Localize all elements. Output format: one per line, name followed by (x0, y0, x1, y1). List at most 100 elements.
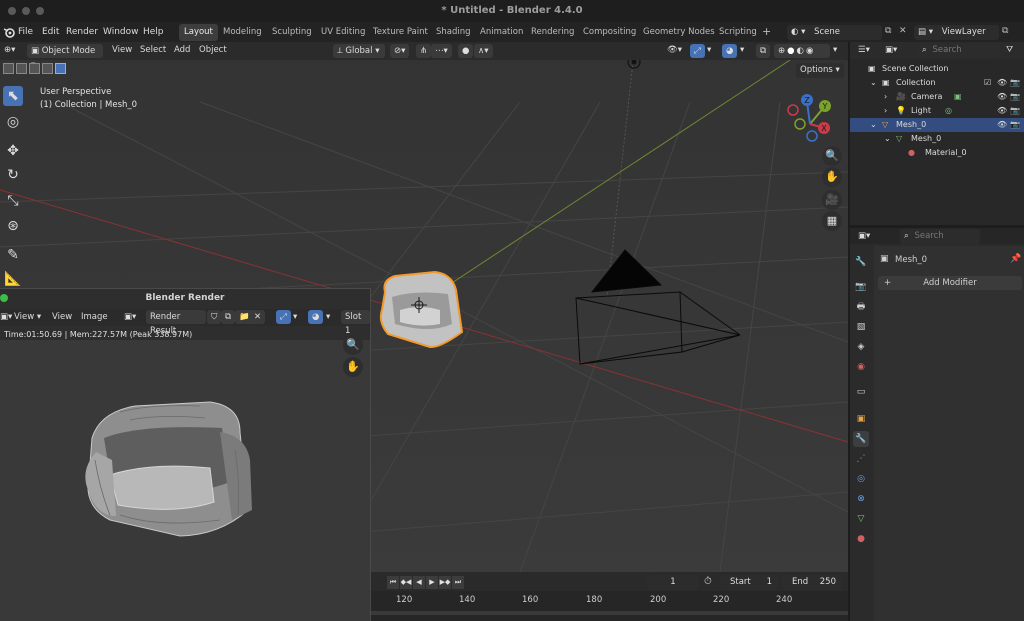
tab-uv-editing[interactable]: UV Editing (316, 24, 370, 41)
jump-to-keyframe-forward-icon[interactable]: ▶◆ (439, 576, 451, 589)
overlays-menu-icon[interactable]: ▾ (740, 45, 744, 55)
outliner-scene-collection[interactable]: ▣ Scene Collection (850, 62, 1024, 76)
tab-shading[interactable]: Shading (431, 24, 476, 41)
outliner-item-light[interactable]: › 💡 Light ◎ 👁 📷 (850, 104, 1024, 118)
collapse-icon[interactable]: ⌄ (884, 134, 891, 143)
pan-view-icon[interactable]: ✋ (822, 167, 842, 187)
menu-object[interactable]: Object (199, 45, 227, 55)
expand-icon[interactable]: › (884, 106, 887, 115)
world-tab-icon[interactable]: ◉ (853, 359, 869, 375)
render-camera-icon[interactable]: 📷 (1010, 120, 1020, 129)
collapse-icon[interactable]: ⌄ (870, 78, 877, 87)
editor-type-icon[interactable]: ▣▾ (858, 231, 870, 241)
pin-icon[interactable]: 📌 (1010, 254, 1021, 264)
gizmo-toggle-icon[interactable]: ⤢ (690, 44, 705, 58)
visibility-eye-icon[interactable]: 👁 (997, 106, 1007, 115)
select-invert-icon[interactable] (42, 63, 53, 74)
options-dropdown[interactable]: Options ▾ (796, 63, 844, 78)
object-tab-icon[interactable]: ▣ (853, 411, 869, 427)
render-camera-icon[interactable]: 📷 (1010, 92, 1020, 101)
start-frame-field[interactable]: Start 1 (720, 575, 778, 590)
neg-x-axis-handle[interactable] (787, 104, 799, 116)
visibility-eye-icon[interactable]: 👁 (997, 92, 1007, 101)
render-camera-icon[interactable]: 📷 (1010, 78, 1020, 87)
tab-texture-paint[interactable]: Texture Paint (368, 24, 433, 41)
transform-tool-icon[interactable]: ⊛ (3, 216, 23, 236)
zoom-view-icon[interactable]: 🔍 (343, 335, 363, 355)
menu-edit[interactable]: Edit (42, 27, 59, 37)
properties-search-input[interactable]: ⌕ Search (900, 229, 980, 244)
visibility-eye-icon[interactable]: 👁 (997, 78, 1007, 87)
jump-to-start-icon[interactable]: ⏮ (387, 576, 399, 589)
outliner-collection[interactable]: ⌄ ▣ Collection ☑ 👁 📷 (850, 76, 1024, 90)
annotate-tool-icon[interactable]: ✎ (3, 245, 23, 265)
outliner-item-camera[interactable]: › 🎥 Camera ▣ 👁 📷 (850, 90, 1024, 104)
rendered-shading-icon[interactable]: ◉ (806, 46, 815, 56)
jump-to-end-icon[interactable]: ⏭ (452, 576, 464, 589)
shading-menu-icon[interactable]: ▾ (833, 45, 837, 55)
overlays-menu-icon[interactable]: ▾ (326, 312, 330, 322)
pivot-point-icon[interactable]: ⊘▾ (390, 44, 410, 58)
editor-type-icon[interactable]: ⊕▾ (4, 45, 15, 55)
tab-scripting[interactable]: Scripting (714, 24, 762, 41)
expand-icon[interactable]: › (884, 92, 887, 101)
outliner-item-mesh-data[interactable]: ⌄ ▽ Mesh_0 (850, 132, 1024, 146)
wireframe-shading-icon[interactable]: ⊕ (778, 46, 787, 56)
material-shading-icon[interactable]: ◐ (797, 46, 806, 56)
tab-modeling[interactable]: Modeling (218, 24, 267, 41)
collection-tab-icon[interactable]: ▭ (853, 384, 869, 400)
tab-compositing[interactable]: Compositing (578, 24, 641, 41)
delete-scene-icon[interactable]: ✕ (899, 26, 907, 36)
proportional-edit-icon[interactable]: ● (458, 44, 474, 58)
jump-to-keyframe-back-icon[interactable]: ◆◀ (400, 576, 412, 589)
data-tab-icon[interactable]: ▽ (853, 511, 869, 527)
play-icon[interactable]: ▶ (426, 576, 438, 589)
editor-type-icon[interactable]: ☰▾ (858, 45, 870, 55)
filter-icon[interactable]: ⛛ (1006, 45, 1013, 55)
menu-select[interactable]: Select (140, 45, 166, 55)
object-mode-dropdown[interactable]: ▣ Object Mode ▾ (27, 44, 103, 70)
shading-mode-group[interactable]: ⊕●◐◉ (774, 44, 830, 58)
snap-toggle-icon[interactable]: ⋔ (416, 44, 432, 58)
collapse-icon[interactable]: ⌄ (870, 120, 877, 129)
image-browse-icon[interactable]: ▣▾ (124, 312, 136, 322)
move-tool-icon[interactable]: ✥ (3, 141, 23, 161)
outliner-item-mesh-0[interactable]: ⌄ ▽ Mesh_0 👁 📷 (850, 118, 1024, 132)
scale-tool-icon[interactable]: ⤡ (3, 191, 23, 211)
select-intersect-icon[interactable] (55, 63, 66, 74)
end-frame-field[interactable]: End 250 (782, 575, 842, 590)
snap-target-icon[interactable]: ⋯▾ (431, 44, 452, 58)
zoom-view-icon[interactable]: 🔍 (822, 146, 842, 166)
render-canvas[interactable]: 🔍 ✋ (0, 335, 370, 621)
camera-view-icon[interactable]: 🎥 (822, 190, 842, 210)
display-mode-icon[interactable]: ▣▾ (885, 45, 897, 55)
select-box-tool-icon[interactable]: ⬉ (3, 86, 23, 106)
tab-layout[interactable]: Layout (179, 24, 218, 41)
camera-data-icon[interactable]: ▣ (954, 92, 962, 101)
slot-dropdown[interactable]: Slot 1 (341, 310, 370, 336)
output-tab-icon[interactable]: 🖶 (853, 299, 869, 315)
outliner-search-input[interactable]: ⌕ Search (918, 43, 999, 58)
view-layer-tab-icon[interactable]: ▧ (853, 319, 869, 335)
gizmo-menu-icon[interactable]: ▾ (293, 312, 297, 322)
unlink-image-icon[interactable]: ✕ (250, 310, 266, 324)
render-camera-icon[interactable]: 📷 (1010, 106, 1020, 115)
menu-help[interactable]: Help (143, 27, 164, 37)
constraints-tab-icon[interactable]: ⊗ (853, 491, 869, 507)
pan-view-icon[interactable]: ✋ (343, 357, 363, 377)
stopwatch-icon[interactable]: ⏱ (704, 576, 712, 587)
render-menu-view-2[interactable]: View (52, 312, 72, 322)
falloff-icon[interactable]: ∧▾ (474, 44, 493, 58)
material-tab-icon[interactable]: ● (853, 531, 869, 547)
tab-rendering[interactable]: Rendering (526, 24, 579, 41)
timeline-scrollbar[interactable] (370, 611, 848, 615)
overlays-toggle-icon[interactable]: ◕ (308, 310, 324, 324)
play-reverse-icon[interactable]: ◀ (413, 576, 425, 589)
render-menu-image[interactable]: Image (81, 312, 108, 322)
xray-toggle-icon[interactable]: ⧉ (756, 44, 771, 58)
neg-y-axis-handle[interactable] (794, 118, 806, 130)
tab-animation[interactable]: Animation (475, 24, 528, 41)
view-layer-selector[interactable]: ▤ ▾ ViewLayer (914, 25, 999, 40)
render-result-field[interactable]: Render Result (146, 310, 206, 336)
fake-user-icon[interactable]: ⛉ (207, 310, 222, 324)
